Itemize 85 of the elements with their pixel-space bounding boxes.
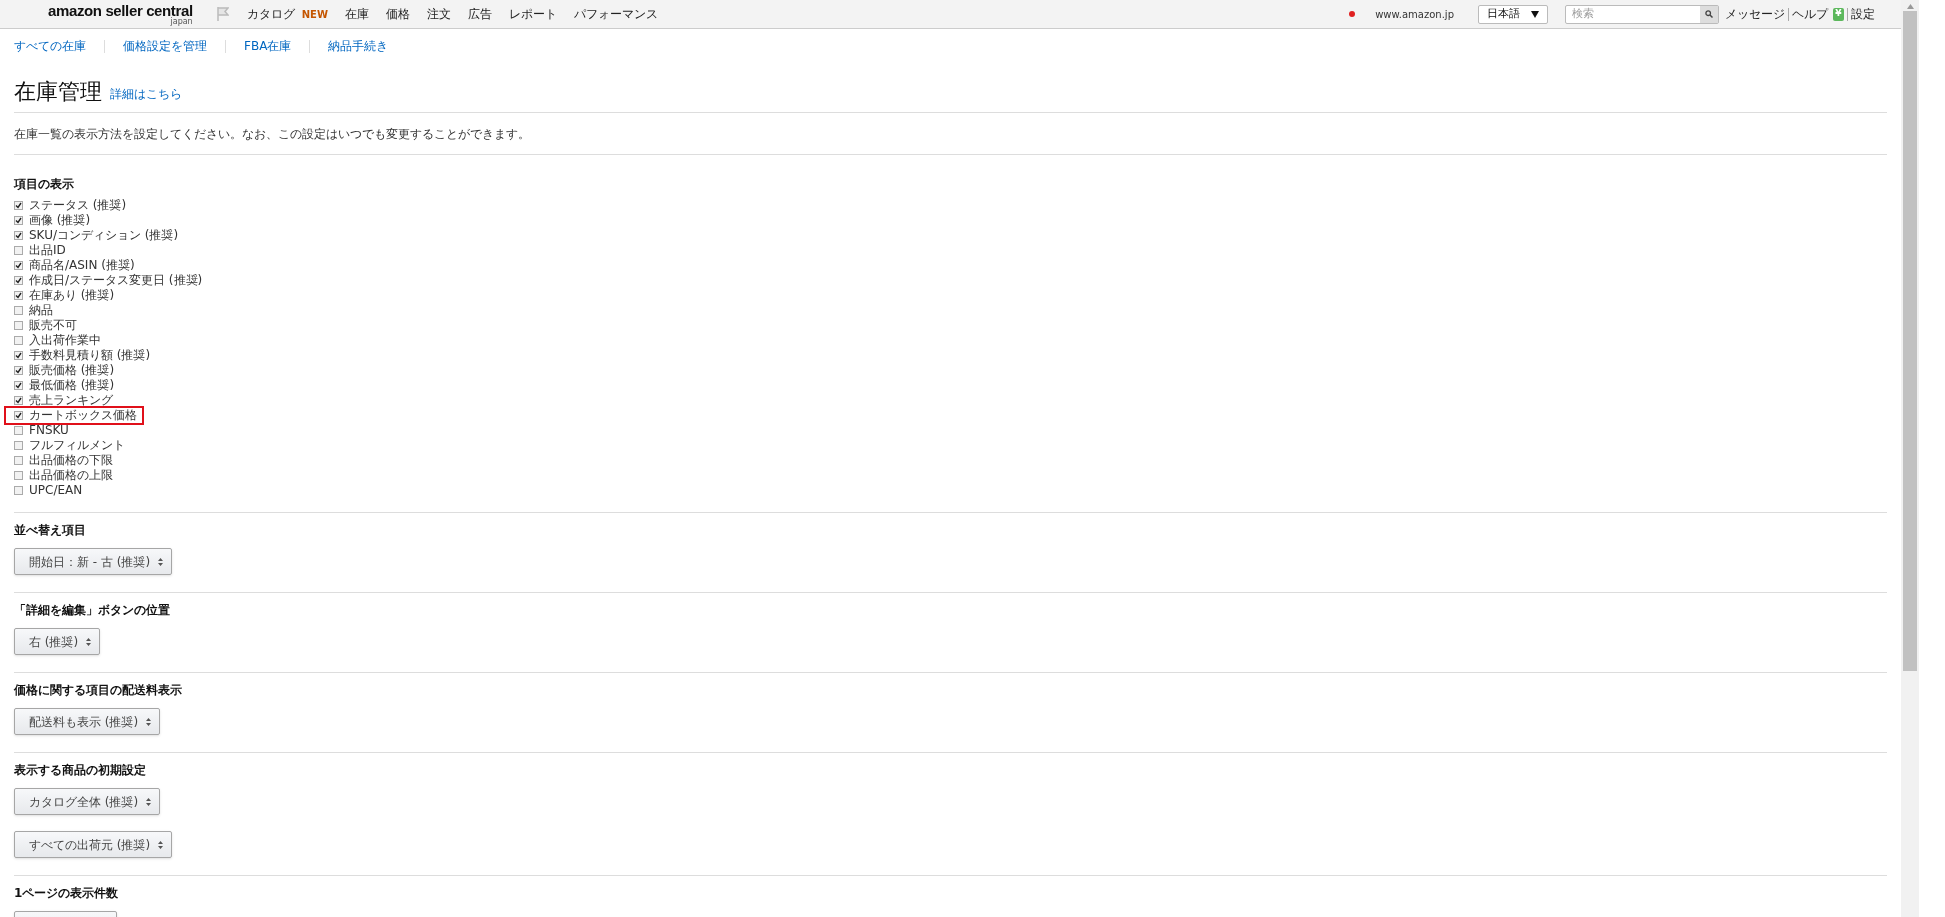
subnav-link[interactable]: すべての在庫 xyxy=(14,37,86,55)
flag-icon[interactable] xyxy=(216,7,229,21)
sort-arrows-icon xyxy=(86,637,92,646)
column-option[interactable]: 作成日/ステータス変更日 (推奨) xyxy=(14,273,208,288)
nav-link[interactable]: 注文 xyxy=(426,5,451,23)
section-heading: 表示する商品の初期設定 xyxy=(14,763,147,777)
checkbox[interactable] xyxy=(14,336,23,345)
column-option[interactable]: 在庫あり (推奨) xyxy=(14,288,120,303)
section-heading: 項目の表示 xyxy=(14,176,75,193)
section-heading: 「詳細を編集」ボタンの位置 xyxy=(14,603,171,617)
column-option[interactable]: 納品 xyxy=(14,303,58,318)
search-input[interactable]: 検索 xyxy=(1566,5,1700,23)
column-option[interactable]: SKU/コンディション (推奨) xyxy=(14,228,184,243)
learn-more-link[interactable]: 詳細はこちら xyxy=(110,85,182,103)
section-heading: 並べ替え項目 xyxy=(14,523,87,537)
column-option[interactable]: 画像 (推奨) xyxy=(14,213,96,228)
checkbox[interactable] xyxy=(14,276,23,285)
column-option[interactable]: 出品価格の下限 xyxy=(14,453,118,468)
checkbox[interactable] xyxy=(14,486,23,495)
nav-link[interactable]: レポート xyxy=(508,5,557,23)
checkbox[interactable] xyxy=(14,306,23,315)
nav-link[interactable]: 価格 xyxy=(385,5,410,23)
subnav-link[interactable]: 納品手続き xyxy=(328,37,389,55)
checkbox[interactable] xyxy=(14,426,23,435)
checkbox[interactable] xyxy=(14,201,23,210)
checkbox[interactable] xyxy=(14,231,23,240)
nav-link[interactable]: パフォーマンス xyxy=(573,5,658,23)
sort-arrows-icon xyxy=(146,717,152,726)
search-icon[interactable] xyxy=(1700,5,1718,23)
column-option[interactable]: 売上ランキング xyxy=(14,393,118,408)
logo[interactable]: amazon seller central xyxy=(48,2,193,18)
checkbox[interactable] xyxy=(14,246,23,255)
nav-link[interactable]: 在庫 xyxy=(344,5,369,23)
column-option[interactable]: 商品名/ASIN (推奨) xyxy=(14,258,140,273)
column-option[interactable]: 販売不可 xyxy=(14,318,82,333)
checkbox[interactable] xyxy=(14,366,23,375)
scroll-up-icon[interactable] xyxy=(1906,4,1914,9)
checkbox[interactable] xyxy=(14,291,23,300)
logo-subtitle: japan xyxy=(170,17,193,26)
subnav-link[interactable]: FBA在庫 xyxy=(244,37,292,55)
section-heading: 1ページの表示件数 xyxy=(14,886,120,900)
dropdown-select[interactable]: 配送料も表示 (推奨) xyxy=(14,708,161,735)
search-field[interactable]: 検索 xyxy=(1565,4,1719,24)
checkbox[interactable] xyxy=(14,456,23,465)
checkbox[interactable] xyxy=(14,381,23,390)
column-option[interactable]: カートボックス価格 xyxy=(6,408,142,423)
column-option[interactable]: 入出荷作業中 xyxy=(14,333,106,348)
sort-arrows-icon xyxy=(146,797,152,806)
column-option[interactable]: 販売価格 (推奨) xyxy=(14,363,120,378)
column-option[interactable]: 出品ID xyxy=(14,243,71,258)
subnav-link[interactable]: 価格設定を管理 xyxy=(123,37,207,55)
checkbox[interactable] xyxy=(14,471,23,480)
description-text: 在庫一覧の表示方法を設定してください。なお、この設定はいつでも変更することができます。 xyxy=(14,127,531,141)
sort-arrows-icon xyxy=(158,557,164,566)
page-title: 在庫管理 xyxy=(14,81,102,103)
dropdown-select[interactable]: 右 (推奨) xyxy=(14,628,101,655)
column-option[interactable]: ステータス (推奨) xyxy=(14,198,132,213)
column-option[interactable]: FNSKU xyxy=(14,423,74,438)
checkbox[interactable] xyxy=(14,411,23,420)
column-option[interactable]: UPC/EAN xyxy=(14,483,88,498)
dropdown-select[interactable]: カタログ全体 (推奨) xyxy=(14,788,161,815)
checkbox[interactable] xyxy=(14,396,23,405)
checkbox[interactable] xyxy=(14,441,23,450)
scrollbar[interactable] xyxy=(1901,0,1919,917)
nav-link[interactable]: カタログ NEW xyxy=(246,5,328,23)
checkbox[interactable] xyxy=(14,321,23,330)
language-select[interactable]: 日本語 xyxy=(1478,4,1548,24)
caret-icon xyxy=(1531,10,1539,18)
dropdown-select[interactable]: すべての出荷元 (推奨) xyxy=(14,831,173,858)
checkbox[interactable] xyxy=(14,216,23,225)
column-option[interactable]: フルフィルメント xyxy=(14,438,130,453)
column-option[interactable]: 手数料見積り額 (推奨) xyxy=(14,348,156,363)
column-option[interactable]: 最低価格 (推奨) xyxy=(14,378,120,393)
section-heading: 価格に関する項目の配送料表示 xyxy=(14,683,183,697)
checkbox[interactable] xyxy=(14,261,23,270)
sort-arrows-icon xyxy=(158,840,164,849)
scrollbar-thumb[interactable] xyxy=(1903,11,1917,671)
header-link[interactable]: メッセージ xyxy=(1725,5,1785,23)
dropdown-select[interactable]: 開始日：新 - 古 (推奨) xyxy=(14,548,173,575)
marketplace-label: www.amazon.jp xyxy=(1375,7,1454,22)
settings-link[interactable]: 設定 xyxy=(1851,5,1875,23)
nav-link[interactable]: 広告 xyxy=(467,5,492,23)
header-link[interactable]: ヘルプ xyxy=(1792,5,1828,23)
column-option[interactable]: 出品価格の上限 xyxy=(14,468,118,483)
checkbox[interactable] xyxy=(14,351,23,360)
